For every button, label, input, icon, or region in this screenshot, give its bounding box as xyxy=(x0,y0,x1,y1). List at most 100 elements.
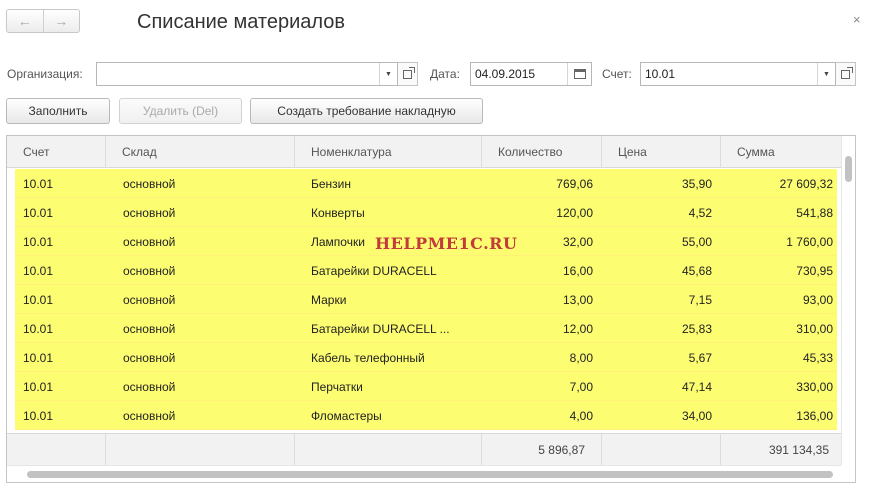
cell-warehouse: основной xyxy=(123,177,176,191)
forward-arrow-icon[interactable]: → xyxy=(42,10,80,32)
delete-button[interactable]: Удалить (Del) xyxy=(119,98,242,124)
account-field[interactable]: 10.01 ▼ xyxy=(640,62,836,86)
watermark: HELPME1C.RU xyxy=(375,234,518,253)
table-row[interactable]: 10.01 основной Фломастеры 4,00 34,00 136,00 xyxy=(15,401,837,430)
cell-price: 25,83 xyxy=(681,322,712,336)
organization-field[interactable]: ▼ xyxy=(96,62,398,86)
column-header-item[interactable]: Номенклатура xyxy=(295,136,482,168)
cell-quantity: 13,00 xyxy=(562,293,593,307)
cell-quantity: 12,00 xyxy=(562,322,593,336)
cell-warehouse: основной xyxy=(123,380,176,394)
cell-account: 10.01 xyxy=(23,380,54,394)
cell-item: Батарейки DURACELL ... xyxy=(311,322,450,336)
cell-sum: 330,00 xyxy=(796,380,833,394)
table-row[interactable]: 10.01 основной Марки 13,00 7,15 93,00 xyxy=(15,285,837,314)
cell-warehouse: основной xyxy=(123,409,176,423)
table-row[interactable]: 10.01 основной Перчатки 7,00 47,14 330,00 xyxy=(15,372,837,401)
table-row[interactable]: 10.01 основной Бензин 769,06 35,90 27 609,32 xyxy=(15,169,837,198)
table-row[interactable]: 10.01 основной Кабель телефонный 8,00 5,67 45… xyxy=(15,343,837,372)
cell-price: 7,15 xyxy=(688,293,712,307)
fill-button[interactable]: Заполнить xyxy=(6,98,110,124)
table-header: Счет Склад Номенклатура Количество Цена … xyxy=(7,136,841,168)
date-label: Дата: xyxy=(430,67,460,81)
total-quantity: 5 896,87 xyxy=(482,434,602,466)
cell-account: 10.01 xyxy=(23,235,54,249)
cell-warehouse: основной xyxy=(123,293,176,307)
account-label: Счет: xyxy=(602,67,632,81)
column-header-quantity[interactable]: Количество xyxy=(482,136,602,168)
vertical-scroll-thumb[interactable] xyxy=(845,156,852,182)
table-footer: 5 896,87 391 134,35 xyxy=(7,433,841,466)
cell-warehouse: основной xyxy=(123,322,176,336)
cell-sum: 45,33 xyxy=(802,351,833,365)
organization-label: Организация: xyxy=(7,67,83,81)
cell-item: Марки xyxy=(311,293,347,307)
cell-item: Бензин xyxy=(311,177,352,191)
horizontal-scroll-thumb[interactable] xyxy=(27,471,833,478)
dropdown-arrow-icon[interactable]: ▼ xyxy=(379,63,397,85)
cell-sum: 27 609,32 xyxy=(779,177,833,191)
cell-sum: 310,00 xyxy=(796,322,833,336)
cell-price: 55,00 xyxy=(681,235,712,249)
create-requisition-button[interactable]: Создать требование накладную xyxy=(250,98,483,124)
cell-price: 34,00 xyxy=(681,409,712,423)
footer-cell xyxy=(602,434,721,466)
column-header-price[interactable]: Цена xyxy=(602,136,721,168)
cell-warehouse: основной xyxy=(123,351,176,365)
close-icon[interactable]: × xyxy=(853,12,861,27)
cell-sum: 136,00 xyxy=(796,409,833,423)
cell-quantity: 7,00 xyxy=(569,380,593,394)
cell-account: 10.01 xyxy=(23,409,54,423)
cell-item: Кабель телефонный xyxy=(311,351,425,365)
materials-table: Счет Склад Номенклатура Количество Цена … xyxy=(6,135,856,483)
open-account-button[interactable] xyxy=(836,62,856,86)
cell-account: 10.01 xyxy=(23,322,54,336)
column-header-warehouse[interactable]: Склад xyxy=(106,136,295,168)
cell-account: 10.01 xyxy=(23,293,54,307)
back-arrow-icon[interactable]: ← xyxy=(7,10,43,32)
cell-quantity: 8,00 xyxy=(569,351,593,365)
date-field[interactable]: 04.09.2015 xyxy=(470,62,592,86)
date-value: 04.09.2015 xyxy=(475,67,536,81)
cell-account: 10.01 xyxy=(23,351,54,365)
table-body: 10.01 основной Бензин 769,06 35,90 27 609,32 1… xyxy=(15,169,837,430)
footer-cell xyxy=(295,434,482,466)
cell-quantity: 769,06 xyxy=(556,177,593,191)
cell-sum: 1 760,00 xyxy=(786,235,833,249)
table-row[interactable]: 10.01 основной Конверты 120,00 4,52 541,88 xyxy=(15,198,837,227)
navigation-buttons: ← → xyxy=(6,9,80,33)
account-value: 10.01 xyxy=(645,67,676,81)
footer-cell xyxy=(106,434,295,466)
cell-sum: 541,88 xyxy=(796,206,833,220)
cell-warehouse: основной xyxy=(123,235,176,249)
cell-sum: 93,00 xyxy=(802,293,833,307)
calendar-icon[interactable] xyxy=(567,63,591,85)
table-row[interactable]: 10.01 основной Батарейки DURACELL ... 12,00… xyxy=(15,314,837,343)
open-icon xyxy=(841,66,853,79)
open-organization-button[interactable] xyxy=(398,62,418,86)
table-row[interactable]: 10.01 основной Батарейки DURACELL 16,00 45,6… xyxy=(15,256,837,285)
cell-quantity: 120,00 xyxy=(556,206,593,220)
column-header-account[interactable]: Счет xyxy=(7,136,106,168)
total-sum: 391 134,35 xyxy=(768,443,829,457)
cell-item: Перчатки xyxy=(311,380,363,394)
page-title: Списание материалов xyxy=(137,11,346,33)
cell-price: 5,67 xyxy=(688,351,712,365)
cell-quantity: 4,00 xyxy=(569,409,593,423)
cell-price: 47,14 xyxy=(681,380,712,394)
cell-sum: 730,95 xyxy=(796,264,833,278)
cell-item: Фломастеры xyxy=(311,409,382,423)
cell-price: 45,68 xyxy=(681,264,712,278)
cell-price: 35,90 xyxy=(681,177,712,191)
cell-account: 10.01 xyxy=(23,177,54,191)
dropdown-arrow-icon[interactable]: ▼ xyxy=(817,63,835,85)
cell-price: 4,52 xyxy=(688,206,712,220)
cell-item: Батарейки DURACELL xyxy=(311,264,437,278)
cell-account: 10.01 xyxy=(23,206,54,220)
column-header-sum[interactable]: Сумма xyxy=(721,136,843,168)
vertical-scrollbar[interactable] xyxy=(841,136,855,465)
horizontal-scrollbar[interactable] xyxy=(7,465,841,482)
cell-warehouse: основной xyxy=(123,264,176,278)
cell-item: Конверты xyxy=(311,206,365,220)
open-icon xyxy=(403,66,415,79)
